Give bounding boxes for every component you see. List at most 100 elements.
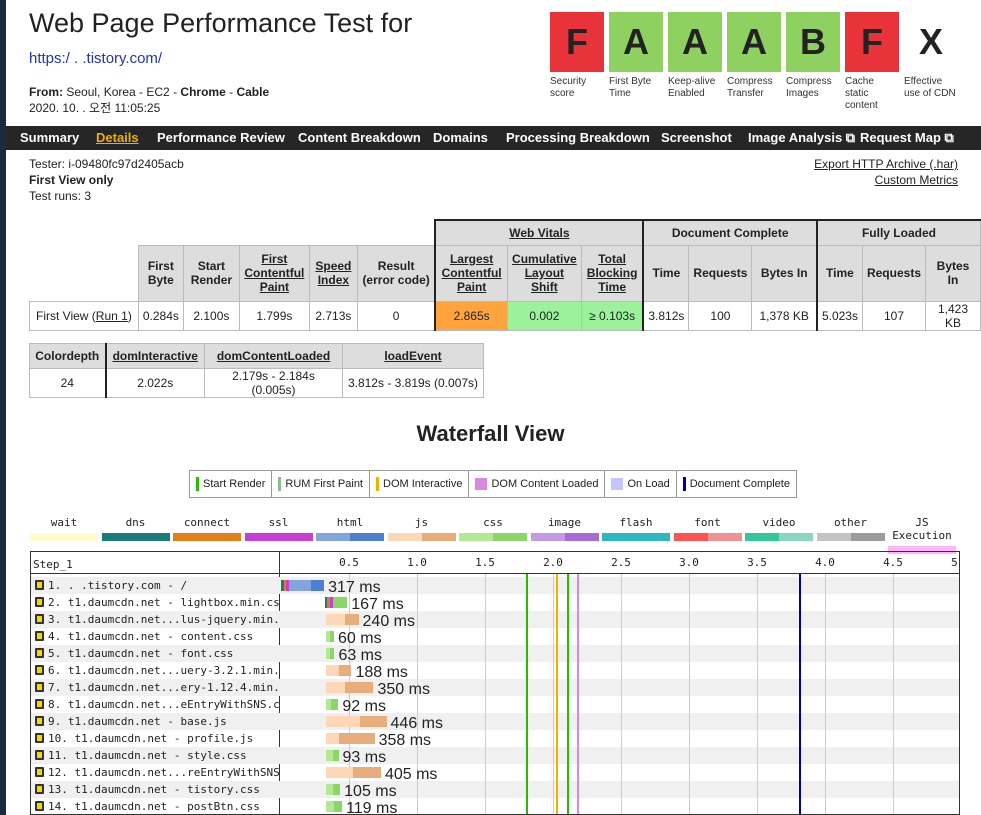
blank-cell xyxy=(30,220,436,245)
grade-label: Compress Images xyxy=(786,76,832,99)
request-url[interactable]: 8. t1.daumcdn.net...eEntryWithSNS.css xyxy=(35,698,279,715)
type-legend-wait: wait xyxy=(30,516,98,541)
type-color-bar xyxy=(602,533,670,541)
nav-tab-performance-review[interactable]: Performance Review xyxy=(157,126,285,150)
tbt-header[interactable]: Total Blocking Time xyxy=(580,244,644,302)
document-complete-header: Document Complete xyxy=(642,219,818,246)
request-url[interactable]: 14. t1.daumcdn.net - postBtn.css xyxy=(35,800,279,814)
time-tick-label: 4.0 xyxy=(815,556,835,569)
request-url[interactable]: 10. t1.daumcdn.net - profile.js xyxy=(35,732,279,749)
start-render-marker xyxy=(566,574,569,814)
run-1-link[interactable]: Run 1 xyxy=(96,309,128,323)
fl-time-header: Time xyxy=(815,244,863,302)
request-download-segment xyxy=(344,614,359,625)
request-label: 8. t1.daumcdn.net...eEntryWithSNS.css xyxy=(48,698,279,711)
request-url[interactable]: 3. t1.daumcdn.net...lus-jquery.min.js xyxy=(35,613,279,630)
request-url[interactable]: 4. t1.daumcdn.net - content.css xyxy=(35,630,279,647)
time-tick-label: 0.5 xyxy=(339,556,359,569)
nav-tab-summary[interactable]: Summary xyxy=(20,126,79,150)
nav-tab-screenshot[interactable]: Screenshot xyxy=(661,126,732,150)
legend-item: DOM Content Loaded xyxy=(469,471,606,497)
fl-time-value: 5.023s xyxy=(815,300,863,331)
request-download-segment xyxy=(329,648,335,659)
type-legend-js: js xyxy=(387,516,456,541)
grade-7[interactable]: X Effective use of CDN xyxy=(904,12,958,100)
time-tick-label: 1.0 xyxy=(407,556,427,569)
request-duration: 350 ms xyxy=(377,681,430,698)
type-legend-connect: connect xyxy=(173,516,241,541)
type-color-bar xyxy=(459,533,527,541)
grade-label: Security score xyxy=(550,76,587,99)
custom-metrics-link[interactable]: Custom Metrics xyxy=(814,172,958,188)
dom-content-loaded-header[interactable]: domContentLoaded xyxy=(204,343,343,369)
nav-tab-request-map[interactable]: Request Map ⧉ xyxy=(860,126,954,150)
fcp-header[interactable]: First Contentful Paint xyxy=(238,244,310,302)
type-legend-js-execution: JS Execution xyxy=(888,516,956,554)
request-duration: 240 ms xyxy=(362,613,415,630)
web-vitals-header[interactable]: Web Vitals xyxy=(434,219,644,246)
request-wait-segment xyxy=(325,767,354,778)
browser-name: Chrome xyxy=(180,85,226,99)
type-label: dns xyxy=(125,516,146,529)
dc-requests-value: 100 xyxy=(688,300,753,331)
nav-tab-content-breakdown[interactable]: Content Breakdown xyxy=(298,126,421,150)
request-duration: 60 ms xyxy=(338,630,382,647)
gridline xyxy=(553,574,554,814)
type-label: js xyxy=(414,516,429,529)
request-download-segment xyxy=(331,699,339,710)
load-event-header[interactable]: loadEvent xyxy=(342,343,484,369)
request-url[interactable]: 1. . .tistory.com - / xyxy=(35,579,279,596)
grade-3[interactable]: A Keep-alive Enabled xyxy=(668,12,722,100)
dom-interactive-header[interactable]: domInteractive xyxy=(104,343,205,369)
request-url[interactable]: 11. t1.daumcdn.net - style.css xyxy=(35,749,279,766)
nav-tab-details[interactable]: Details xyxy=(96,126,139,150)
request-label: 10. t1.daumcdn.net - profile.js xyxy=(48,732,254,745)
request-duration: 92 ms xyxy=(342,698,386,715)
request-url[interactable]: 12. t1.daumcdn.net...reEntryWithSNS.js xyxy=(35,766,279,783)
request-url[interactable]: 5. t1.daumcdn.net - font.css xyxy=(35,647,279,664)
request-wait-segment xyxy=(325,750,333,761)
tested-url-link[interactable]: https:/ . .tistory.com/ xyxy=(29,50,162,67)
request-label: 1. . .tistory.com - / xyxy=(48,579,188,592)
grade-label: Keep-alive Enabled xyxy=(668,76,716,99)
rum-first-paint-marker xyxy=(525,574,528,814)
export-har-link[interactable]: Export HTTP Archive (.har) xyxy=(814,156,958,172)
dom-content-loaded-value: 2.179s - 2.184s (0.005s) xyxy=(204,368,343,398)
nav-tab-domains[interactable]: Domains xyxy=(433,126,488,150)
type-label: html xyxy=(336,516,364,529)
grade-1[interactable]: F Security score xyxy=(550,12,604,100)
request-label: 13. t1.daumcdn.net - tistory.css xyxy=(48,783,260,796)
type-legend-dns: dns xyxy=(101,516,170,541)
grade-letter: A xyxy=(668,12,722,72)
request-url[interactable]: 2. t1.daumcdn.net - lightbox.min.css xyxy=(35,596,279,613)
grade-4[interactable]: A Compress Transfer xyxy=(727,12,781,100)
request-wait-segment xyxy=(325,801,335,812)
nav-tab-image-analysis[interactable]: Image Analysis ⧉ xyxy=(748,126,855,150)
fl-requests-value: 107 xyxy=(861,300,927,331)
request-url[interactable]: 6. t1.daumcdn.net...uery-3.2.1.min.js xyxy=(35,664,279,681)
lcp-header[interactable]: Largest Contentful Paint xyxy=(434,244,508,302)
request-download-segment xyxy=(353,767,381,778)
nav-tab-processing-breakdown[interactable]: Processing Breakdown xyxy=(506,126,650,150)
time-tick-label: 3.0 xyxy=(679,556,699,569)
legend-item: DOM Interactive xyxy=(370,471,470,497)
speed-index-header[interactable]: Speed Index xyxy=(308,244,358,302)
request-url[interactable]: 7. t1.daumcdn.net...ery-1.12.4.min.js xyxy=(35,681,279,698)
grade-6[interactable]: F Cache static content xyxy=(845,12,899,112)
grade-5[interactable]: B Compress Images xyxy=(786,12,840,100)
waterfall-legend: Start Render RUM First Paint DOM Interacti… xyxy=(189,470,797,498)
grade-2[interactable]: A First Byte Time xyxy=(609,12,663,100)
type-color-bar xyxy=(387,533,456,541)
type-label: wait xyxy=(50,516,78,529)
type-legend-video: video xyxy=(745,516,813,541)
request-url[interactable]: 9. t1.daumcdn.net - base.js xyxy=(35,715,279,732)
legend-item: Document Complete xyxy=(677,471,796,497)
cls-header[interactable]: Cumulative Layout Shift xyxy=(506,244,582,302)
legend-label: On Load xyxy=(627,478,670,490)
blank-cell xyxy=(29,245,139,301)
results-table: Web Vitals Document Complete Fully Loade… xyxy=(29,219,981,331)
request-url[interactable]: 13. t1.daumcdn.net - tistory.css xyxy=(35,783,279,800)
first-view-row-label: First View (Run 1) xyxy=(29,300,139,331)
request-wait-segment xyxy=(325,716,360,727)
legend-label: DOM Content Loaded xyxy=(491,478,599,490)
